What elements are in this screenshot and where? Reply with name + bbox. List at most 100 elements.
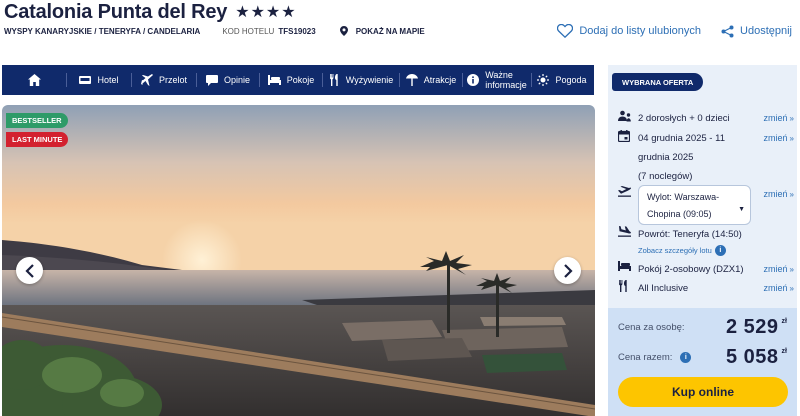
nav-weather-label: Pogoda	[555, 75, 587, 85]
nav-flight-label: Przelot	[158, 75, 187, 85]
offer-dates-line2: grudnia 2025	[638, 152, 694, 163]
nav-important-info[interactable]: Ważne informacje	[463, 65, 531, 95]
heart-icon	[557, 24, 574, 38]
offer-return-row: Powrót: Teneryfa (14:50)	[618, 225, 790, 244]
nav-weather[interactable]: Pogoda	[532, 65, 592, 95]
chevron-right-icon	[563, 263, 573, 278]
add-to-favorites-label: Dodaj do listy ulubionych	[579, 25, 702, 37]
share-label: Udostępnij	[740, 25, 792, 37]
info-icon[interactable]: i	[680, 352, 692, 363]
share-button[interactable]: Udostępnij	[721, 25, 792, 38]
nav-reviews-label: Opinie	[223, 75, 250, 85]
hotel-name: Catalonia Punta del Rey	[4, 0, 228, 23]
double-chevron-icon: »	[789, 190, 794, 199]
price-total-row: Cena razem: i 5 058 zł	[618, 346, 787, 369]
change-board-link[interactable]: zmień»	[764, 279, 794, 298]
price-per-person-value: 2 529	[725, 316, 779, 338]
double-chevron-icon: »	[789, 284, 794, 293]
people-icon	[618, 109, 638, 128]
change-travellers-label: zmień	[763, 113, 788, 123]
price-per-person-currency: zł	[781, 318, 787, 325]
add-to-favorites-button[interactable]: Dodaj do listy ulubionych	[557, 24, 701, 38]
change-room-link[interactable]: zmień»	[764, 260, 794, 279]
calendar-icon	[618, 129, 638, 186]
sun-icon	[537, 74, 550, 86]
offer-return: Powrót: Teneryfa (14:50)	[638, 229, 742, 240]
hotel-beach-photo	[2, 105, 595, 416]
offer-dates-row: 04 grudnia 2025 - 11 grudnia 2025 (7 nocle…	[618, 129, 794, 186]
nav-important-info-line2: informacje	[485, 80, 527, 90]
cutlery-icon	[618, 279, 638, 298]
change-dates-link[interactable]: zmień»	[764, 129, 794, 148]
deckchair-icon	[405, 74, 418, 86]
change-dates-label: zmień	[763, 133, 788, 143]
plane-icon	[140, 74, 153, 86]
bed-icon	[79, 75, 92, 85]
offer-board-row: All Inclusive zmień»	[618, 279, 794, 298]
caret-down-icon: ▼	[738, 206, 745, 213]
nav-important-info-label: Ważne informacje	[485, 70, 527, 90]
offer-nights: (7 noclegów)	[638, 171, 693, 182]
price-total-currency: zł	[781, 348, 787, 355]
departure-line1: Wylot: Warszawa-	[647, 192, 720, 202]
hotel-code: TFS19023	[278, 26, 316, 36]
price-total-value: 5 058	[725, 346, 779, 368]
selected-offer-tag: WYBRANA OFERTA	[612, 73, 704, 91]
plane-landing-icon	[618, 225, 638, 244]
home-icon	[27, 74, 41, 86]
bestseller-badge: BESTSELLER	[6, 113, 68, 128]
nav-rooms[interactable]: Pokoje	[260, 65, 322, 95]
share-icon	[721, 25, 734, 37]
nav-flight[interactable]: Przelot	[132, 65, 196, 95]
nav-attractions[interactable]: Atrakcje	[400, 65, 462, 95]
change-departure-link[interactable]: zmień»	[764, 185, 794, 204]
photo-gallery[interactable]: BESTSELLER LAST MINUTE	[2, 105, 595, 416]
double-chevron-icon: »	[789, 134, 794, 143]
change-departure-label: zmień	[763, 189, 788, 199]
nav-attractions-label: Atrakcje	[423, 75, 457, 85]
nav-reviews[interactable]: Opinie	[197, 65, 259, 95]
price-per-person-label: Cena za osobę:	[618, 322, 685, 333]
chevron-left-icon	[24, 263, 34, 278]
offer-room-row: Pokój 2-osobowy (DZX1) zmień»	[618, 260, 794, 279]
nav-hotel[interactable]: Hotel	[67, 65, 131, 95]
cutlery-icon	[329, 74, 340, 86]
change-board-label: zmień	[763, 283, 788, 293]
hotel-title-row: Catalonia Punta del Rey ★★★★	[4, 0, 297, 24]
nav-hotel-label: Hotel	[97, 75, 119, 85]
nav-board-label: Wyżywienie	[345, 75, 394, 85]
nav-rooms-label: Pokoje	[286, 75, 315, 85]
price-total-label: Cena razem:	[618, 352, 673, 363]
departure-airport-select[interactable]: Wylot: Warszawa- Chopina (09:05) ▼	[638, 185, 751, 225]
nav-board[interactable]: Wyżywienie	[323, 65, 399, 95]
map-pin-icon	[339, 26, 348, 36]
price-box: Cena za osobę: 2 529 zł Cena razem: i 5 0…	[608, 308, 797, 416]
top-actions: Dodaj do listy ulubionych Udostępnij	[557, 24, 792, 38]
gallery-prev-button[interactable]	[16, 257, 43, 284]
price-per-person-row: Cena za osobę: 2 529 zł	[618, 316, 787, 339]
comment-icon	[205, 74, 218, 86]
last-minute-badge: LAST MINUTE	[6, 132, 69, 147]
plane-takeoff-icon	[618, 185, 638, 197]
double-chevron-icon: »	[789, 114, 794, 123]
double-chevron-icon: »	[789, 265, 794, 274]
nav-important-info-line1: Ważne	[485, 70, 513, 80]
hotel-stars: ★★★★	[235, 4, 297, 21]
change-travellers-link[interactable]: zmień»	[764, 109, 794, 128]
flight-details-link[interactable]: Zobacz szczegóły lotu i	[638, 245, 726, 256]
info-icon: i	[714, 245, 726, 256]
flight-details-label: Zobacz szczegóły lotu	[638, 246, 712, 255]
selected-offer-panel: WYBRANA OFERTA 2 dorosłych + 0 dzieci zm…	[608, 65, 797, 416]
hotel-subheader: WYSPY KANARYJSKIE / TENERYFA / CANDELARI…	[4, 24, 425, 38]
location-breadcrumb[interactable]: WYSPY KANARYJSKIE / TENERYFA / CANDELARI…	[4, 27, 200, 36]
bed-icon	[267, 75, 281, 85]
offer-dates-line1: 04 grudnia 2025 - 11	[638, 133, 725, 144]
buy-online-button[interactable]: Kup online	[618, 377, 788, 407]
hotel-code-label: KOD HOTELU	[222, 26, 275, 36]
nav-home[interactable]	[2, 65, 66, 95]
change-room-label: zmień	[763, 264, 788, 274]
offer-travellers-row: 2 dorosłych + 0 dzieci zmień»	[618, 109, 794, 128]
show-on-map-link[interactable]: POKAŻ NA MAPIE	[356, 27, 425, 36]
gallery-next-button[interactable]	[554, 257, 581, 284]
info-icon	[467, 74, 480, 86]
